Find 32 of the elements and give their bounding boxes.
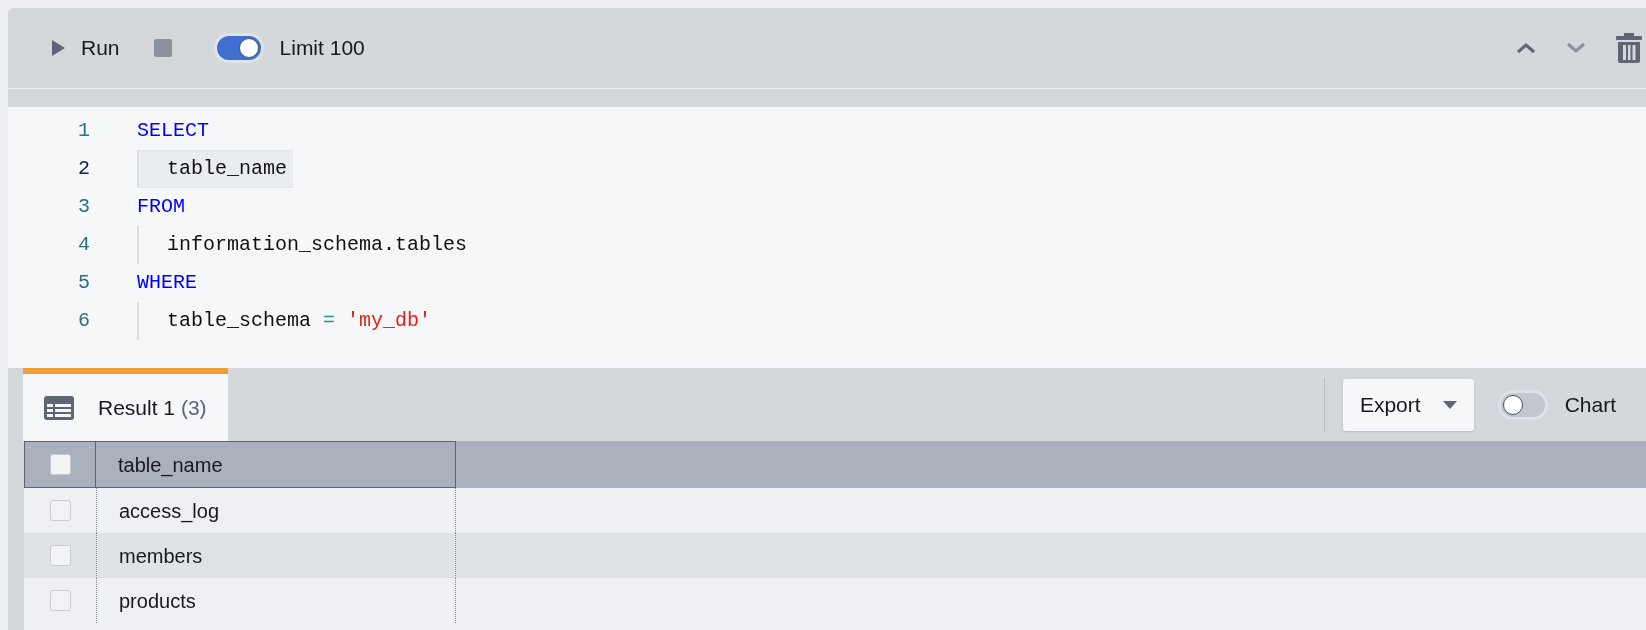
chevron-up-icon[interactable] [1516, 42, 1536, 54]
line-number: 5 [77, 270, 91, 296]
code-editor[interactable]: 1 SELECT 2 table_name 3 FROM 4 information_schema.tables 5 WHERE 6 table_schema = 'my_db' [8, 107, 1646, 368]
row-checkbox[interactable] [49, 545, 71, 566]
row-checkbox[interactable] [49, 500, 71, 521]
caret-down-icon [1442, 400, 1457, 409]
table-icon [44, 395, 74, 420]
code-line: SELECT [137, 118, 209, 144]
table-cell: products [96, 578, 456, 623]
line-number: 3 [77, 194, 91, 220]
code-line: WHERE [137, 270, 197, 296]
line-number: 4 [77, 232, 91, 258]
result-tab[interactable]: Result 1 (3) [23, 368, 228, 441]
export-button[interactable]: Export [1342, 378, 1474, 431]
run-button[interactable]: Run [52, 32, 120, 64]
column-header[interactable]: table_name [96, 441, 456, 488]
code-line: FROM [137, 194, 185, 220]
code-line: information_schema.tables [167, 232, 468, 258]
code-line: table_schema = 'my_db' [167, 308, 432, 334]
row-checkbox[interactable] [49, 454, 71, 475]
limit-label: Limit 100 [279, 35, 365, 62]
line-number: 2 [77, 156, 91, 182]
chart-toggle[interactable] [1497, 389, 1548, 420]
line-number: 6 [77, 308, 91, 334]
trash-icon[interactable] [1616, 33, 1642, 63]
limit-toggle[interactable] [213, 33, 264, 63]
line-number: 1 [77, 118, 91, 144]
stop-button[interactable] [153, 39, 172, 57]
play-icon [52, 40, 65, 56]
chart-label: Chart [1564, 391, 1616, 418]
code-line: table_name [167, 156, 288, 182]
row-checkbox[interactable] [49, 590, 71, 611]
